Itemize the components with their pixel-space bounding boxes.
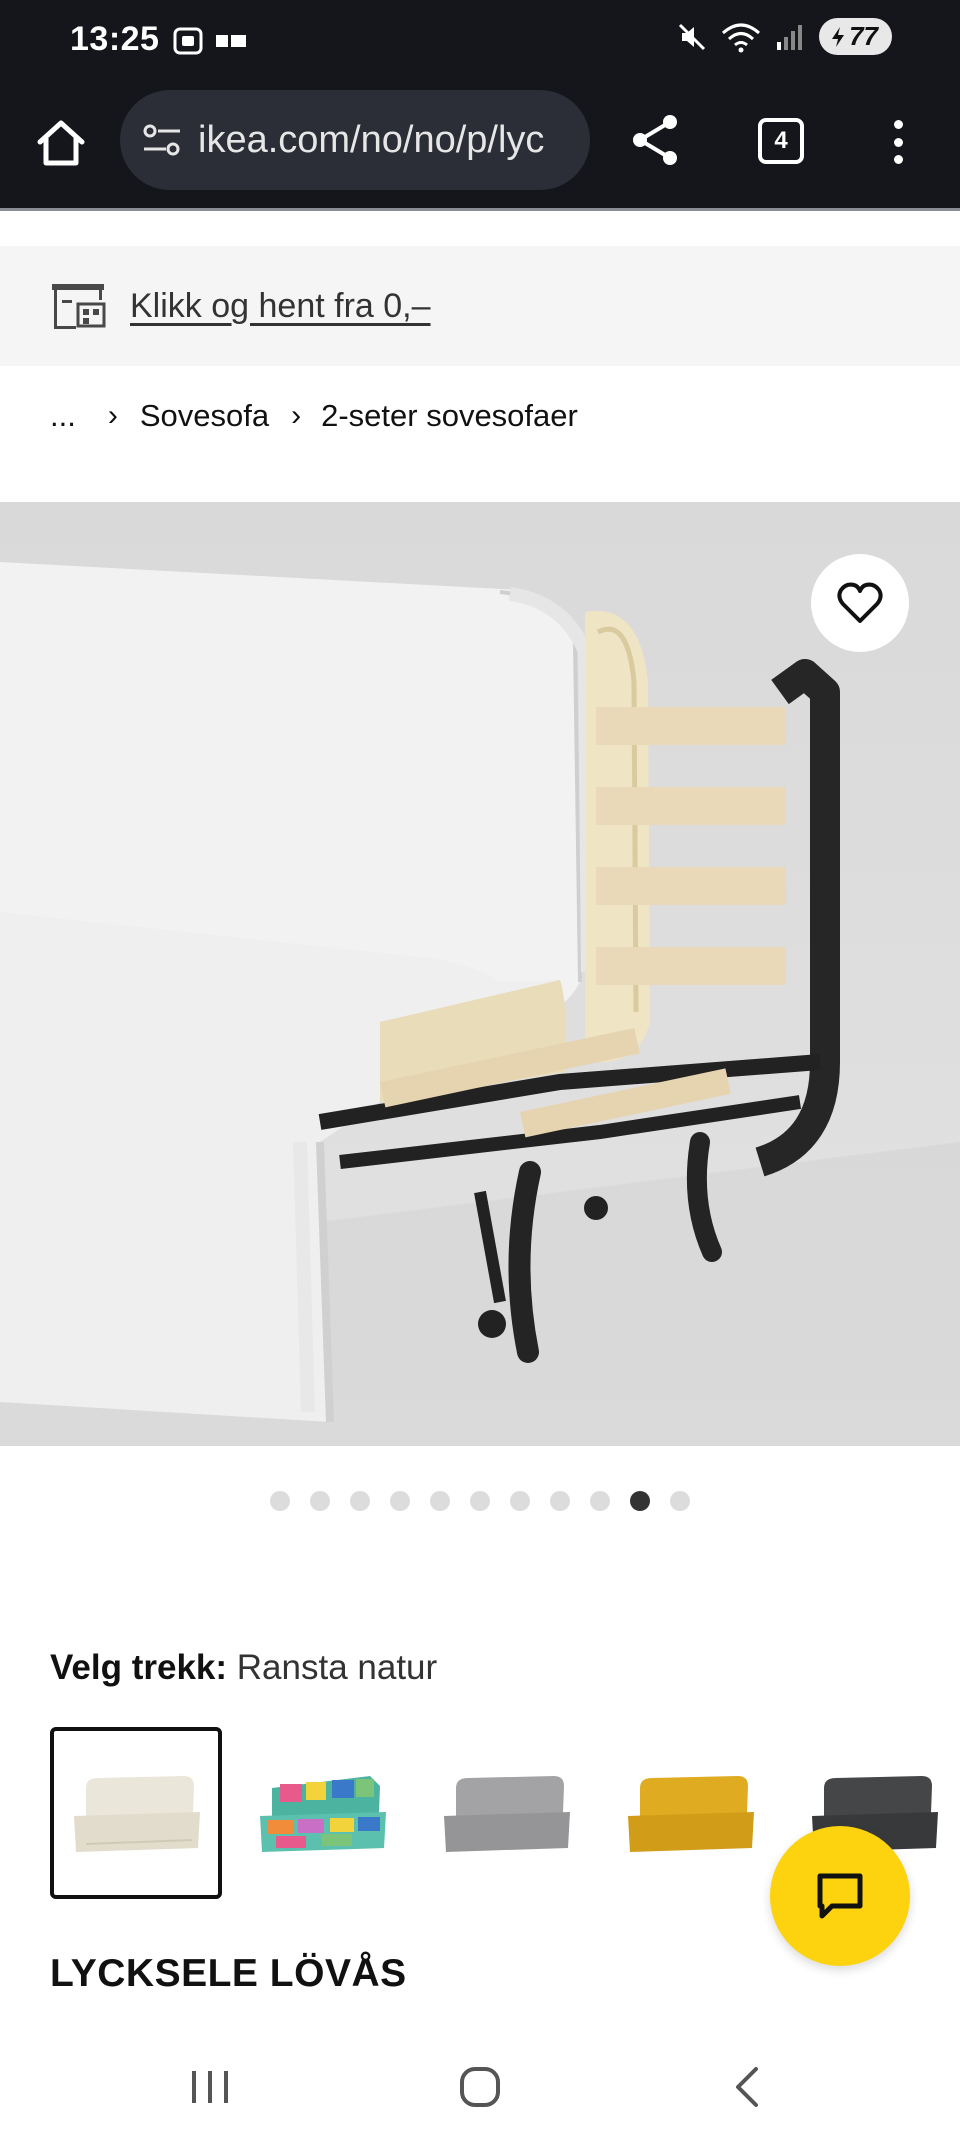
toolbar-divider	[0, 208, 960, 211]
product-title: LYCKSELE LÖVÅS	[50, 1952, 407, 1995]
back-nav-button[interactable]	[718, 2057, 778, 2117]
click-collect-banner: Klikk og hent fra 0,–	[0, 246, 960, 366]
system-navigation-bar	[0, 2035, 960, 2133]
breadcrumb-item[interactable]: Sovesofa	[140, 398, 269, 434]
menu-dot	[893, 120, 903, 129]
product-image[interactable]	[0, 502, 960, 1446]
mute-icon	[679, 23, 706, 50]
carousel-dot[interactable]	[510, 1491, 530, 1511]
chevron-right-icon: ›	[107, 399, 118, 432]
battery-saver-icon	[832, 26, 845, 47]
wifi-icon	[722, 23, 761, 52]
site-settings-button[interactable]	[140, 118, 184, 162]
address-bar[interactable]: ikea.com/no/no/p/lyc	[120, 90, 590, 190]
carousel-dot[interactable]	[630, 1491, 650, 1511]
home-nav-button[interactable]	[450, 2057, 510, 2117]
heart-icon	[837, 582, 883, 623]
swatch-multicolour[interactable]	[236, 1727, 408, 1899]
breadcrumb-ellipsis[interactable]: ...	[50, 398, 76, 434]
cover-selection-label: Velg trekk: Ransta natur	[50, 1648, 437, 1688]
battery-level: 77	[849, 21, 878, 51]
chevron-right-icon: ›	[291, 399, 302, 432]
menu-dot	[893, 137, 903, 147]
cover-selected-value: Ransta natur	[236, 1648, 438, 1687]
back-chevron-icon	[736, 2067, 758, 2107]
share-icon	[633, 115, 677, 165]
carousel-dot[interactable]	[430, 1491, 450, 1511]
url-text: ikea.com/no/no/p/lyc	[198, 118, 545, 161]
carousel-dot[interactable]	[390, 1491, 410, 1511]
cover-label: Velg trekk:	[50, 1648, 228, 1687]
home-icon	[37, 120, 85, 166]
store-pickup-icon	[52, 284, 106, 329]
carousel-dot[interactable]	[590, 1491, 610, 1511]
click-collect-link[interactable]: Klikk og hent fra 0,–	[130, 287, 431, 326]
recent-apps-icon	[192, 2071, 228, 2103]
screen-record-icon	[173, 27, 203, 55]
swatch-yellow[interactable]	[604, 1727, 776, 1899]
sofa-thumbnail	[628, 1776, 754, 1852]
carousel-dot[interactable]	[310, 1491, 330, 1511]
breadcrumb: ... › Sovesofa › 2-seter sovesofaer	[50, 398, 578, 434]
sofa-thumbnail	[260, 1776, 386, 1852]
carousel-dot[interactable]	[350, 1491, 370, 1511]
menu-dot	[893, 155, 903, 164]
carousel-pagination	[270, 1491, 690, 1511]
swatch-ransta-natur[interactable]	[50, 1727, 222, 1899]
status-bar: 13:25 77	[0, 0, 960, 84]
home-button[interactable]	[32, 114, 90, 172]
chat-icon	[817, 1873, 863, 1919]
add-to-favourites-button[interactable]	[811, 554, 909, 652]
sofa-thumbnail	[74, 1776, 200, 1852]
sofa-thumbnail	[444, 1776, 570, 1852]
carousel-dot[interactable]	[470, 1491, 490, 1511]
carousel-dot[interactable]	[550, 1491, 570, 1511]
site-settings-icon	[143, 124, 180, 156]
swatch-grey[interactable]	[420, 1727, 592, 1899]
sofa-bed-frame-illustration	[0, 562, 960, 1446]
carousel-dot[interactable]	[670, 1491, 690, 1511]
more-menu-button[interactable]	[880, 114, 916, 170]
status-time: 13:25	[70, 20, 160, 58]
chat-button[interactable]	[770, 1826, 910, 1966]
battery-indicator: 77	[819, 18, 892, 55]
recent-apps-button[interactable]	[180, 2057, 240, 2117]
status-left-icons	[172, 26, 248, 56]
cast-icon	[216, 35, 246, 47]
home-circle-icon	[460, 2067, 500, 2107]
share-button[interactable]	[628, 112, 684, 168]
browser-toolbar: ikea.com/no/no/p/lyc 4	[0, 84, 960, 210]
tab-switcher-button[interactable]: 4	[758, 118, 804, 164]
breadcrumb-item[interactable]: 2-seter sovesofaer	[321, 398, 578, 434]
signal-icon	[777, 24, 803, 50]
carousel-dot[interactable]	[270, 1491, 290, 1511]
status-right-icons: 77	[677, 18, 892, 55]
